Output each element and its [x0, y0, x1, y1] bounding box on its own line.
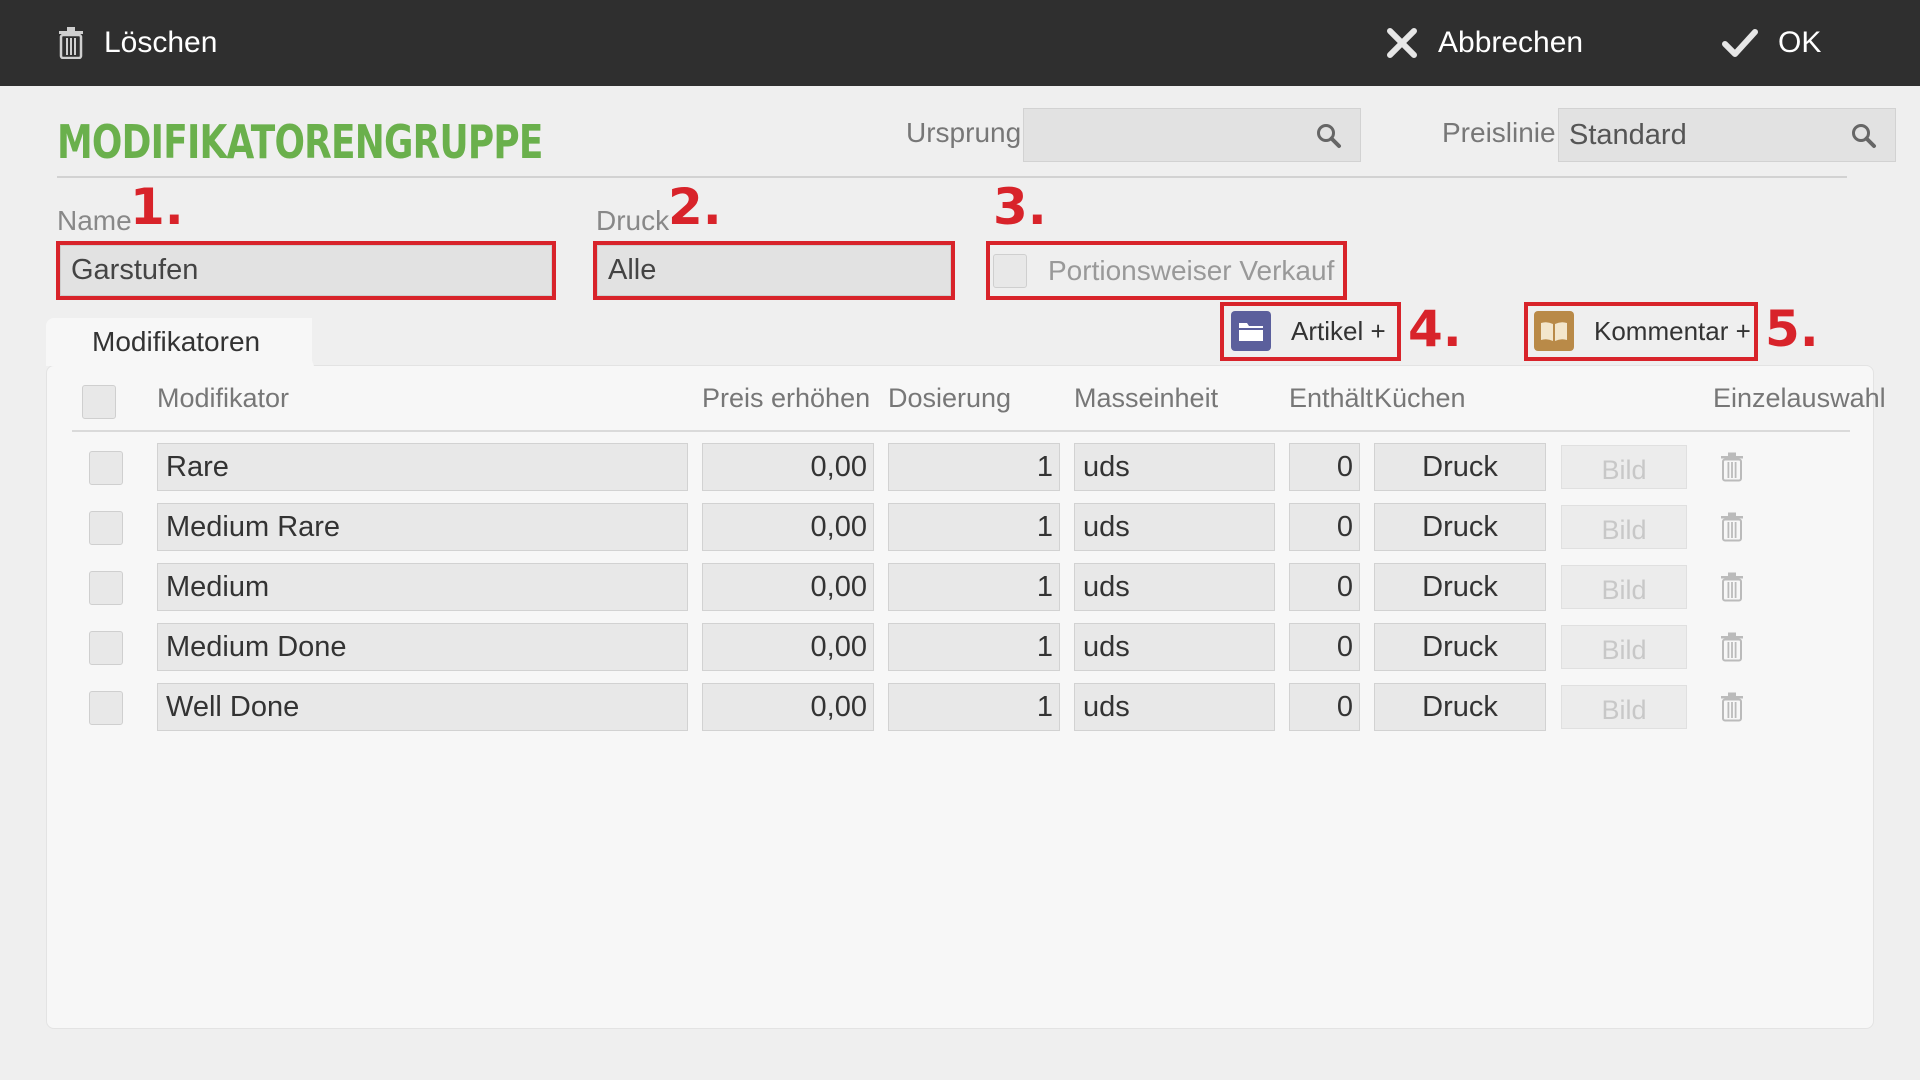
origin-search-input[interactable]: [1023, 108, 1361, 162]
dosage-input[interactable]: 1: [888, 503, 1060, 551]
unit-select[interactable]: uds: [1074, 563, 1275, 611]
trash-icon[interactable]: [1720, 692, 1744, 727]
page-title: MODIFIKATORENGRUPPE: [57, 115, 543, 169]
trash-icon[interactable]: [1720, 512, 1744, 547]
annotation-1: 1.: [130, 178, 184, 236]
price-increase-input[interactable]: 0,00: [702, 623, 874, 671]
trash-icon[interactable]: [1720, 572, 1744, 607]
annotation-2: 2.: [668, 178, 722, 236]
column-header-einzelauswahl: Einzelauswahl: [1713, 383, 1886, 413]
origin-label: Ursprung: [906, 117, 1022, 148]
tab-modifikatoren[interactable]: Modifikatoren: [46, 318, 312, 366]
tab-edge: [296, 318, 314, 366]
column-header-kuechen: Küchen: [1374, 383, 1466, 413]
contains-input[interactable]: 0: [1289, 623, 1360, 671]
search-icon[interactable]: [1851, 123, 1877, 149]
price-increase-input[interactable]: 0,00: [702, 443, 874, 491]
image-button[interactable]: Bild: [1561, 565, 1687, 609]
delete-label: Löschen: [104, 26, 218, 59]
column-header-masseinheit: Masseinheit: [1074, 383, 1219, 413]
kitchen-print-button[interactable]: Druck: [1374, 623, 1546, 671]
add-article-label: Artikel +: [1291, 315, 1386, 346]
portion-sale-label: Portionsweiser Verkauf: [1048, 255, 1335, 286]
row-select-checkbox[interactable]: [89, 631, 123, 665]
kitchen-print-button[interactable]: Druck: [1374, 563, 1546, 611]
image-button[interactable]: Bild: [1561, 625, 1687, 669]
trash-icon[interactable]: [1720, 452, 1744, 487]
price-increase-input[interactable]: 0,00: [702, 503, 874, 551]
book-icon: [1534, 311, 1574, 351]
kitchen-print-button[interactable]: Druck: [1374, 683, 1546, 731]
image-button[interactable]: Bild: [1561, 685, 1687, 729]
kitchen-print-button[interactable]: Druck: [1374, 443, 1546, 491]
contains-input[interactable]: 0: [1289, 563, 1360, 611]
checkmark-icon: [1722, 29, 1758, 57]
priceline-label: Preislinie: [1442, 117, 1556, 148]
image-button[interactable]: Bild: [1561, 445, 1687, 489]
add-comment-button[interactable]: Kommentar +: [1534, 309, 1751, 353]
price-increase-input[interactable]: 0,00: [702, 563, 874, 611]
dosage-input[interactable]: 1: [888, 683, 1060, 731]
close-icon: [1387, 28, 1417, 58]
row-select-checkbox[interactable]: [89, 451, 123, 485]
modifier-name-input[interactable]: Medium Rare: [157, 503, 688, 551]
cancel-button[interactable]: Abbrechen: [1386, 22, 1583, 64]
priceline-search-input[interactable]: Standard: [1558, 108, 1896, 162]
ok-label: OK: [1778, 26, 1822, 59]
print-select[interactable]: Alle: [597, 245, 951, 296]
ok-button[interactable]: OK: [1722, 22, 1821, 64]
modifier-name-input[interactable]: Well Done: [157, 683, 688, 731]
annotation-4: 4.: [1408, 300, 1462, 358]
kitchen-print-button[interactable]: Druck: [1374, 503, 1546, 551]
dosage-input[interactable]: 1: [888, 443, 1060, 491]
header-divider: [57, 176, 1847, 178]
add-comment-label: Kommentar +: [1594, 315, 1751, 346]
trash-icon[interactable]: [1720, 632, 1744, 667]
modifier-name-input[interactable]: Rare: [157, 443, 688, 491]
annotation-3: 3.: [993, 178, 1047, 236]
select-all-checkbox[interactable]: [82, 385, 116, 419]
name-input[interactable]: Garstufen: [60, 245, 552, 296]
row-select-checkbox[interactable]: [89, 511, 123, 545]
dosage-input[interactable]: 1: [888, 623, 1060, 671]
unit-select[interactable]: uds: [1074, 443, 1275, 491]
unit-select[interactable]: uds: [1074, 623, 1275, 671]
price-increase-input[interactable]: 0,00: [702, 683, 874, 731]
trash-icon: [59, 27, 83, 59]
print-label: Druck: [596, 205, 670, 236]
contains-input[interactable]: 0: [1289, 443, 1360, 491]
contains-input[interactable]: 0: [1289, 503, 1360, 551]
annotation-5: 5.: [1765, 300, 1819, 358]
unit-select[interactable]: uds: [1074, 503, 1275, 551]
contains-input[interactable]: 0: [1289, 683, 1360, 731]
folder-icon: [1231, 311, 1271, 351]
portion-sale-checkbox[interactable]: [993, 254, 1027, 288]
delete-button[interactable]: Löschen: [58, 22, 217, 64]
row-select-checkbox[interactable]: [89, 571, 123, 605]
table-header-divider: [72, 430, 1850, 432]
column-header-dosierung: Dosierung: [888, 383, 1012, 413]
column-header-enthaelt: Enthält: [1289, 383, 1374, 413]
modifier-name-input[interactable]: Medium: [157, 563, 688, 611]
column-header-preis-erhoehen: Preis erhöhen: [702, 383, 871, 413]
unit-select[interactable]: uds: [1074, 683, 1275, 731]
name-label: Name: [57, 205, 132, 236]
dosage-input[interactable]: 1: [888, 563, 1060, 611]
tab-label: Modifikatoren: [92, 326, 261, 357]
top-toolbar: [0, 0, 1920, 86]
modifier-name-input[interactable]: Medium Done: [157, 623, 688, 671]
search-icon[interactable]: [1316, 123, 1342, 149]
cancel-label: Abbrechen: [1438, 26, 1584, 59]
add-article-button[interactable]: Artikel +: [1231, 309, 1386, 353]
column-header-modifikator: Modifikator: [157, 383, 290, 413]
image-button[interactable]: Bild: [1561, 505, 1687, 549]
priceline-value: Standard: [1569, 118, 1687, 151]
row-select-checkbox[interactable]: [89, 691, 123, 725]
